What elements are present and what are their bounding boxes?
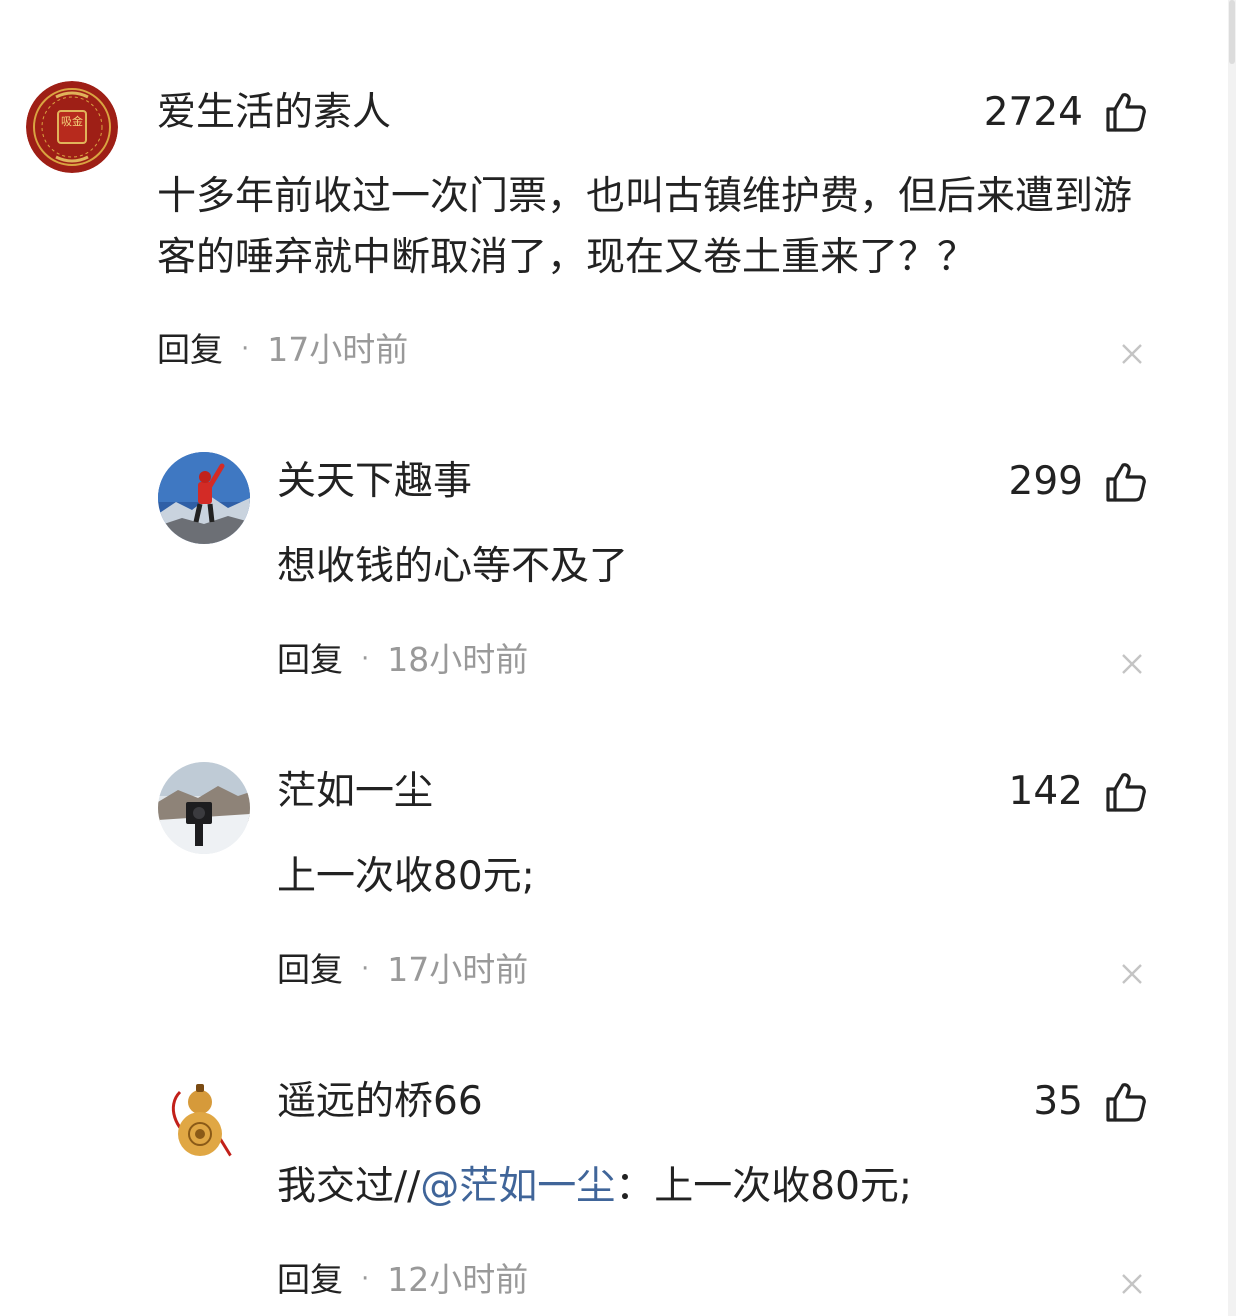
comment-text-prefix: 我交过// — [277, 1164, 421, 1209]
like-count: 142 — [1008, 769, 1083, 814]
comment-meta: 回复 · 18小时前 — [277, 639, 528, 680]
thumbs-up-icon[interactable] — [1104, 1080, 1148, 1124]
reply-button[interactable]: 回复 — [277, 950, 343, 989]
close-icon[interactable] — [1120, 342, 1144, 366]
close-icon[interactable] — [1120, 962, 1144, 986]
user-name[interactable]: 茫如一尘 — [277, 768, 433, 816]
timestamp: 18小时前 — [387, 640, 529, 679]
user-avatar[interactable]: 吸金 — [26, 81, 118, 173]
user-avatar[interactable] — [158, 762, 250, 854]
like-count: 2724 — [983, 90, 1083, 135]
separator-dot: · — [361, 954, 370, 984]
like-count: 35 — [1033, 1079, 1083, 1124]
reply-button[interactable]: 回复 — [157, 330, 223, 369]
comment-text: 十多年前收过一次门票，也叫古镇维护费，但后来遭到游客的唾弃就中断取消了，现在又卷… — [157, 174, 1133, 280]
separator-dot: · — [361, 1264, 370, 1294]
comment-text: 想收钱的心等不及了 — [277, 544, 629, 589]
comment-text-suffix: ：上一次收80元; — [615, 1164, 913, 1209]
comment-text: 我交过//@茫如一尘：上一次收80元; — [277, 1156, 1147, 1217]
user-avatar[interactable] — [158, 1072, 250, 1164]
close-icon[interactable] — [1120, 1272, 1144, 1296]
mention-link[interactable]: @茫如一尘 — [420, 1164, 615, 1209]
hiker-avatar-icon — [158, 452, 250, 544]
comment-meta: 回复 · 17小时前 — [157, 329, 408, 370]
separator-dot: · — [241, 334, 250, 364]
close-icon[interactable] — [1120, 652, 1144, 676]
timestamp: 17小时前 — [387, 950, 529, 989]
user-name[interactable]: 爱生活的素人 — [157, 89, 391, 137]
reply-button[interactable]: 回复 — [277, 1260, 343, 1299]
thumbs-up-icon[interactable] — [1104, 770, 1148, 814]
thumbs-up-icon[interactable] — [1104, 460, 1148, 504]
separator-dot: · — [361, 644, 370, 674]
like-count: 299 — [1008, 459, 1083, 504]
timestamp: 17小时前 — [267, 330, 409, 369]
comment-meta: 回复 · 17小时前 — [277, 949, 528, 990]
thumbs-up-icon[interactable] — [1104, 90, 1148, 134]
svg-text:吸金: 吸金 — [61, 114, 83, 128]
user-name[interactable]: 遥远的桥66 — [277, 1078, 483, 1126]
red-seal-avatar-icon: 吸金 — [26, 81, 118, 173]
comment-meta: 回复 · 12小时前 — [277, 1259, 528, 1300]
gourd-avatar-icon — [158, 1072, 250, 1164]
scrollbar-thumb[interactable] — [1229, 0, 1235, 64]
reply-button[interactable]: 回复 — [277, 640, 343, 679]
user-avatar[interactable] — [158, 452, 250, 544]
scrollbar-track[interactable] — [1228, 0, 1236, 1316]
camera-snow-avatar-icon — [158, 762, 250, 854]
user-name[interactable]: 关天下趣事 — [277, 458, 472, 506]
comment-text: 上一次收80元; — [277, 854, 535, 899]
timestamp: 12小时前 — [387, 1260, 529, 1299]
